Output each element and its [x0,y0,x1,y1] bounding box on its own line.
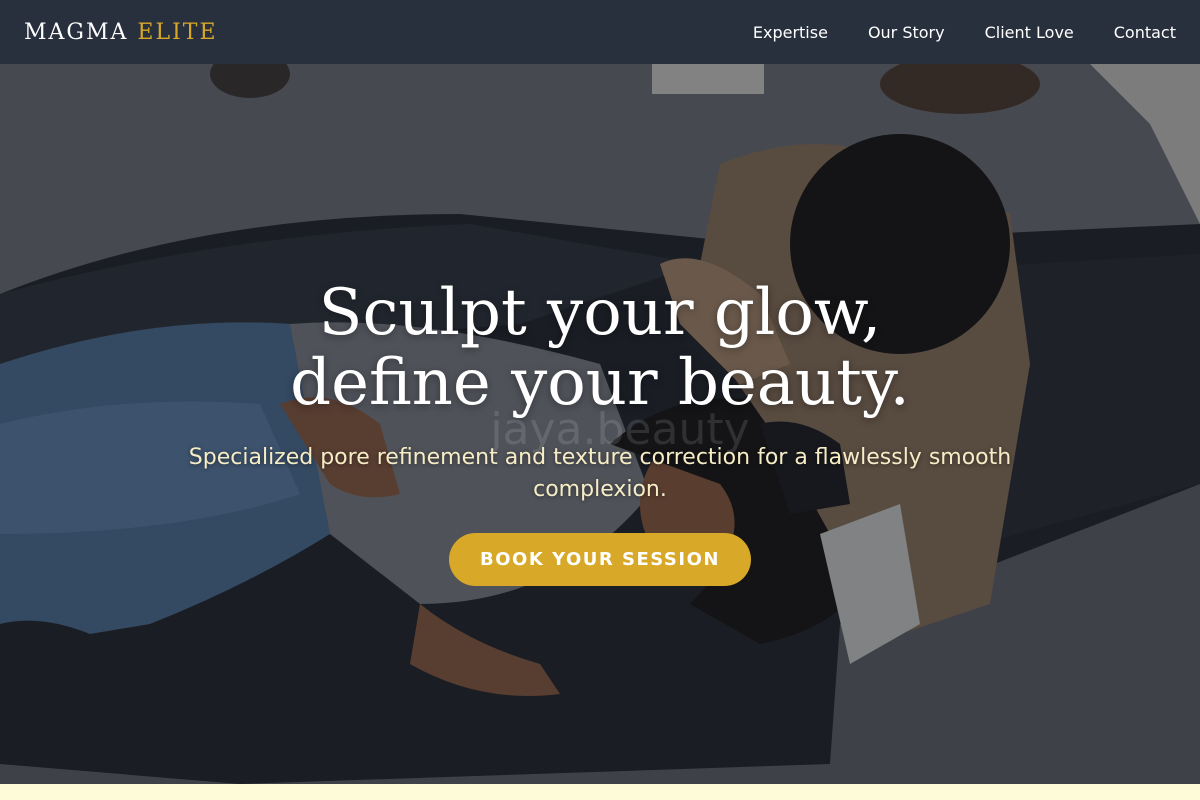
nav-link-client-love[interactable]: Client Love [985,23,1074,42]
nav-links: Expertise Our Story Client Love Contact [753,23,1176,42]
hero-content: Sculpt your glow, define your beauty. Sp… [0,64,1200,784]
hero-headline: Sculpt your glow, define your beauty. [0,278,1200,418]
nav-link-expertise[interactable]: Expertise [753,23,828,42]
nav-link-contact[interactable]: Contact [1114,23,1176,42]
brand-name-accent: ELITE [137,19,218,45]
hero-subheadline: Specialized pore refinement and texture … [188,445,1012,502]
hero-headline-line-2: define your beauty. [290,346,910,420]
hero-section: jaya.beauty Sculpt your glow, define you… [0,64,1200,784]
top-navbar: MAGMA ELITE Expertise Our Story Client L… [0,0,1200,64]
next-section-edge [0,784,1200,800]
hero-headline-line-1: Sculpt your glow, [318,276,882,350]
nav-link-our-story[interactable]: Our Story [868,23,945,42]
brand-logo[interactable]: MAGMA ELITE [24,20,218,45]
brand-name-primary: MAGMA [24,19,129,45]
book-session-button[interactable]: BOOK YOUR SESSION [449,533,751,586]
